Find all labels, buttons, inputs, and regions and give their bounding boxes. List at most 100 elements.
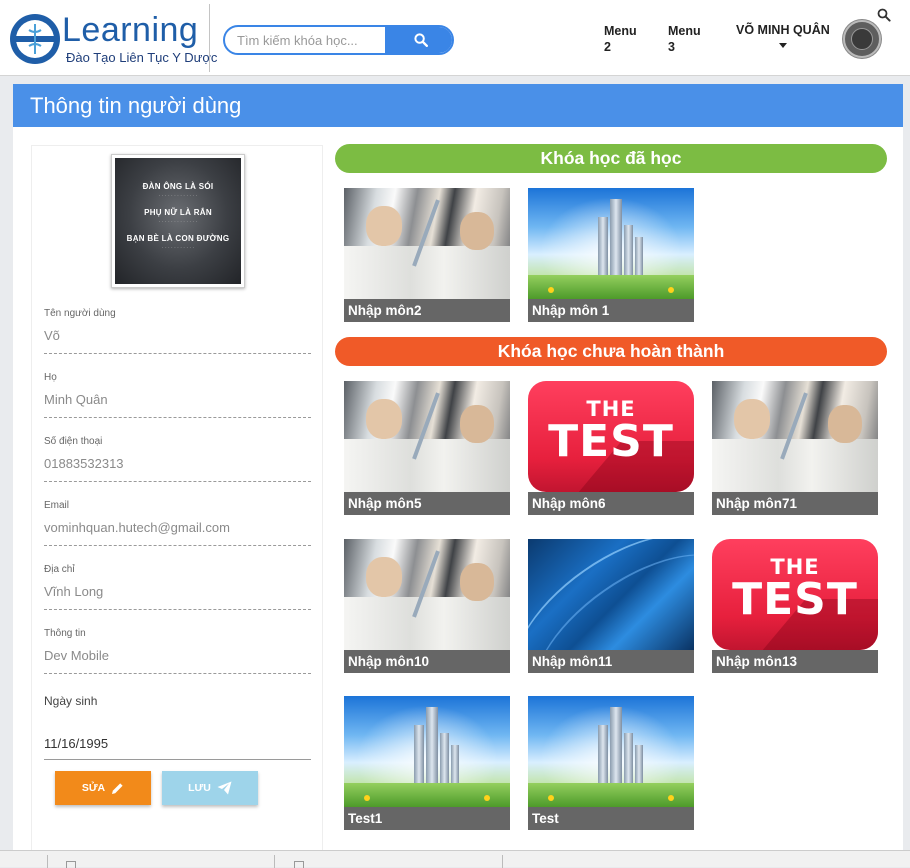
course-search bbox=[223, 25, 454, 55]
field-username[interactable]: Tên người dùng Võ bbox=[44, 308, 311, 354]
field-last-name[interactable]: Họ Minh Quân bbox=[44, 372, 311, 418]
field-label: Họ bbox=[44, 372, 57, 383]
course-thumbnail-city bbox=[528, 696, 694, 807]
field-birthday[interactable]: Ngày sinh 11/16/1995 bbox=[44, 694, 311, 760]
profile-photo[interactable]: ĐÀN ÔNG LÀ SÓI · · · · · · · · · · · · ·… bbox=[111, 154, 245, 288]
pencil-icon bbox=[112, 782, 123, 794]
photo-line-3: BẠN BÈ LÀ CON ĐƯỜNG bbox=[126, 234, 230, 243]
field-email[interactable]: Email vominhquan.hutech@gmail.com bbox=[44, 500, 311, 546]
course-title: Test1 bbox=[344, 807, 510, 830]
search-button[interactable] bbox=[385, 27, 452, 53]
edit-button-label: SỬA bbox=[81, 782, 106, 794]
thumb-part bbox=[624, 733, 633, 785]
menu-2-link[interactable]: Menu 2 bbox=[604, 23, 637, 55]
course-card[interactable]: THE TEST Nhập môn13 bbox=[712, 539, 878, 673]
menu-2-label: Menu bbox=[604, 24, 637, 38]
thumb-part bbox=[668, 287, 674, 293]
thumb-part bbox=[426, 707, 438, 785]
photo-line-2: PHỤ NỮ LÀ RẮN bbox=[144, 208, 212, 217]
thumb-part bbox=[635, 237, 643, 277]
thumb-part bbox=[366, 557, 402, 597]
user-menu-dropdown[interactable]: VÕ MINH QUÂN bbox=[736, 23, 830, 48]
course-card[interactable]: Nhập môn71 bbox=[712, 381, 878, 515]
course-thumbnail-lab bbox=[344, 188, 510, 299]
profile-photo-image: ĐÀN ÔNG LÀ SÓI · · · · · · · · · · · · ·… bbox=[115, 158, 241, 284]
thumb-part bbox=[712, 439, 878, 492]
course-thumbnail-lab bbox=[712, 381, 878, 492]
field-label: Địa chỉ bbox=[44, 564, 75, 575]
field-value: Võ bbox=[44, 328, 60, 343]
field-value: 01883532313 bbox=[44, 456, 124, 471]
course-title: Nhập môn11 bbox=[528, 650, 694, 673]
field-value: Vĩnh Long bbox=[44, 584, 104, 599]
course-card[interactable]: Nhập môn 1 bbox=[528, 188, 694, 322]
course-card[interactable]: Test1 bbox=[344, 696, 510, 830]
bar-separator bbox=[502, 855, 503, 868]
header-divider bbox=[209, 4, 210, 72]
course-title: Nhập môn6 bbox=[528, 492, 694, 515]
elearning-logo[interactable]: Learning Đào Tạo Liên Tục Y Dược bbox=[8, 10, 217, 68]
thumb-part bbox=[610, 199, 622, 277]
course-card[interactable]: Nhập môn11 bbox=[528, 539, 694, 673]
completed-courses-header: Khóa học đã học bbox=[335, 144, 887, 173]
thumb-part bbox=[460, 212, 494, 250]
thumb-part bbox=[364, 795, 370, 801]
avatar-image bbox=[851, 28, 873, 50]
field-value: Dev Mobile bbox=[44, 648, 110, 663]
thumb-part: THE TEST bbox=[528, 381, 694, 492]
user-name-label: VÕ MINH QUÂN bbox=[736, 23, 830, 37]
badge-test-text: TEST bbox=[732, 574, 858, 625]
field-value: vominhquan.hutech@gmail.com bbox=[44, 520, 230, 535]
save-button[interactable]: LƯU bbox=[162, 771, 258, 805]
course-card[interactable]: Nhập môn5 bbox=[344, 381, 510, 515]
menu-3-link[interactable]: Menu 3 bbox=[668, 23, 701, 55]
field-value: Minh Quân bbox=[44, 392, 108, 407]
incomplete-courses-header: Khóa học chưa hoàn thành bbox=[335, 337, 887, 366]
course-thumbnail-lab bbox=[344, 381, 510, 492]
page-title: Thông tin người dùng bbox=[13, 84, 903, 127]
course-title: Nhập môn71 bbox=[712, 492, 878, 515]
field-address[interactable]: Địa chỉ Vĩnh Long bbox=[44, 564, 311, 610]
thumb-part bbox=[734, 399, 770, 439]
logo-tagline: Đào Tạo Liên Tục Y Dược bbox=[66, 50, 218, 65]
menu-2-number: 2 bbox=[604, 40, 611, 54]
edit-button[interactable]: SỬA bbox=[55, 771, 151, 805]
course-title: Nhập môn5 bbox=[344, 492, 510, 515]
course-card[interactable]: Test bbox=[528, 696, 694, 830]
birthday-value: 11/16/1995 bbox=[44, 736, 109, 751]
photo-line-1-sub: · · · · · · · · · · · · · bbox=[158, 193, 198, 199]
course-thumbnail-blue bbox=[528, 539, 694, 650]
thumb-part bbox=[366, 206, 402, 246]
thumb-part bbox=[484, 795, 490, 801]
course-card[interactable]: Nhập môn10 bbox=[344, 539, 510, 673]
field-info[interactable]: Thông tin Dev Mobile bbox=[44, 628, 311, 674]
bar-separator bbox=[47, 855, 48, 868]
course-thumbnail-test: THE TEST bbox=[712, 539, 878, 650]
birthday-label: Ngày sinh bbox=[44, 694, 98, 708]
photo-line-1: ĐÀN ÔNG LÀ SÓI bbox=[142, 182, 214, 191]
profile-card: ĐÀN ÔNG LÀ SÓI · · · · · · · · · · · · ·… bbox=[31, 145, 323, 867]
top-header: Learning Đào Tạo Liên Tục Y Dược Menu 2 … bbox=[0, 0, 910, 76]
thumb-part bbox=[460, 405, 494, 443]
field-phone[interactable]: Số điện thoại 01883532313 bbox=[44, 436, 311, 482]
thumb-part bbox=[344, 597, 510, 650]
save-button-label: LƯU bbox=[188, 782, 211, 794]
menu-3-label: Menu bbox=[668, 24, 701, 38]
avatar[interactable] bbox=[843, 20, 881, 58]
search-input[interactable] bbox=[225, 27, 385, 53]
course-thumbnail-city bbox=[528, 188, 694, 299]
field-label: Số điện thoại bbox=[44, 436, 103, 447]
thumb-part bbox=[344, 246, 510, 299]
thumb-part bbox=[414, 725, 424, 785]
field-label: Tên người dùng bbox=[44, 308, 116, 319]
course-card[interactable]: THE TEST Nhập môn6 bbox=[528, 381, 694, 515]
thumb-part bbox=[548, 287, 554, 293]
course-card[interactable]: Nhập môn2 bbox=[344, 188, 510, 322]
photo-line-2-sub: · · · · · · · · · · · · · bbox=[158, 219, 198, 225]
thumb-part bbox=[828, 405, 862, 443]
search-icon[interactable] bbox=[877, 8, 891, 22]
course-title: Nhập môn2 bbox=[344, 299, 510, 322]
caret-down-icon bbox=[778, 43, 787, 48]
photo-line-3-sub: · · · · · · · · · · · bbox=[161, 245, 195, 251]
thumb-part bbox=[344, 439, 510, 492]
